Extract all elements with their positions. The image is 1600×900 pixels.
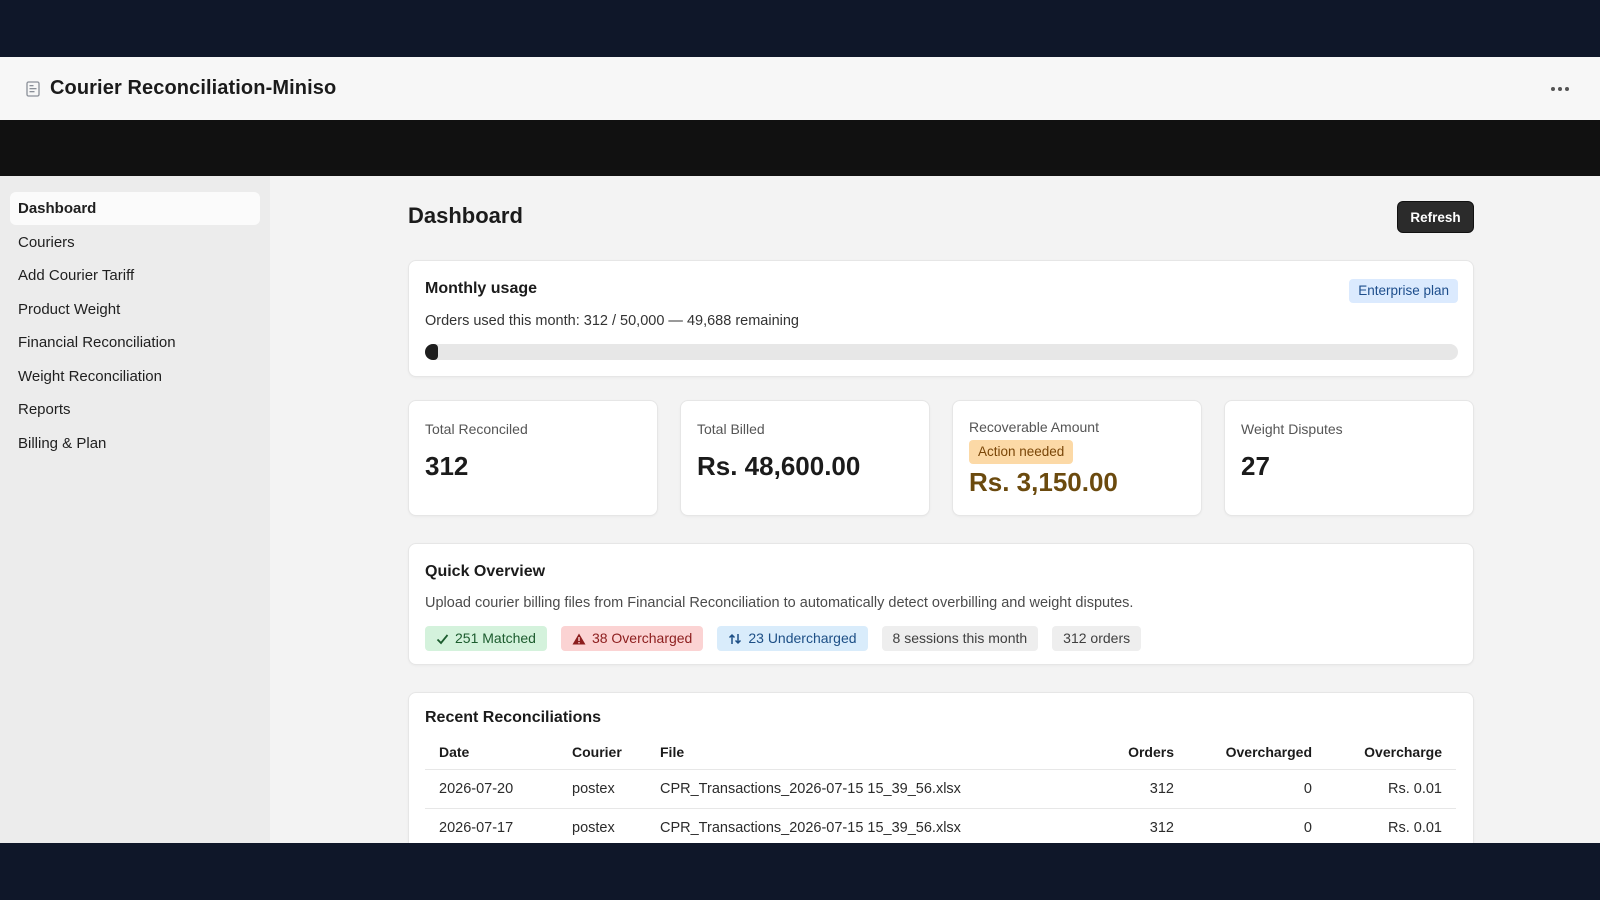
overview-description: Upload courier billing files from Financ… — [425, 595, 1134, 611]
stat-value: 312 — [425, 451, 469, 481]
column-header-overcharge[interactable]: Overcharge — [1326, 735, 1456, 770]
quick-overview-card: Quick Overview Upload courier billing fi… — [408, 543, 1474, 665]
overcharged-chip: 38 Overcharged — [560, 626, 704, 651]
page-title: Dashboard — [408, 203, 523, 228]
column-header-date[interactable]: Date — [425, 735, 558, 770]
cell-overcharge: Rs. 0.01 — [1326, 769, 1456, 809]
recent-reconciliations-table: Date Courier File Orders Overcharged Ove… — [425, 735, 1456, 843]
stat-value: 27 — [1241, 451, 1270, 481]
refresh-button[interactable]: Refresh — [1397, 201, 1474, 233]
usage-progress-fill — [425, 344, 438, 360]
sidebar-item-couriers[interactable]: Couriers — [10, 226, 260, 259]
table-header-row: Date Courier File Orders Overcharged Ove… — [425, 735, 1456, 770]
sidebar-item-add-courier-tariff[interactable]: Add Courier Tariff — [10, 259, 260, 292]
stat-card-total-billed: Total Billed Rs. 48,600.00 — [680, 400, 930, 516]
sidebar-item-product-weight[interactable]: Product Weight — [10, 293, 260, 326]
sidebar-item-dashboard[interactable]: Dashboard — [10, 192, 260, 225]
table-row[interactable]: 2026-07-17 postex CPR_Transactions_2026-… — [425, 808, 1456, 843]
cell-date: 2026-07-20 — [425, 769, 558, 809]
arrows-icon — [729, 633, 742, 644]
cell-orders: 312 — [1060, 769, 1188, 809]
matched-label: 251 Matched — [455, 630, 536, 646]
recent-heading: Recent Reconciliations — [425, 709, 602, 726]
sessions-chip: 8 sessions this month — [881, 626, 1039, 651]
column-header-overcharged[interactable]: Overcharged — [1188, 735, 1326, 770]
overcharged-label: 38 Overcharged — [591, 630, 693, 646]
stat-label: Recoverable Amount — [969, 419, 1099, 435]
stat-value: Rs. 3,150.00 — [969, 467, 1118, 497]
stat-label: Weight Disputes — [1241, 421, 1343, 437]
overview-chips: 251 Matched 38 Overcharged 23 Undercharg… — [425, 626, 1142, 651]
cell-courier: postex — [558, 808, 646, 843]
cell-overcharged: 0 — [1188, 808, 1326, 843]
cell-orders: 312 — [1060, 808, 1188, 843]
cell-date: 2026-07-17 — [425, 808, 558, 843]
main-content: Dashboard Refresh Monthly usage Enterpri… — [270, 176, 1600, 843]
sidebar: Dashboard Couriers Add Courier Tariff Pr… — [0, 176, 270, 843]
matched-chip: 251 Matched — [425, 626, 547, 651]
cell-file: CPR_Transactions_2026-07-15 15_39_56.xls… — [646, 808, 1060, 843]
stat-card-recoverable-amount: Recoverable Amount Action needed Rs. 3,1… — [952, 400, 1202, 516]
check-icon — [436, 633, 449, 644]
stat-label: Total Billed — [697, 421, 765, 437]
action-needed-badge: Action needed — [969, 440, 1074, 464]
sidebar-item-weight-reconciliation[interactable]: Weight Reconciliation — [10, 360, 260, 393]
undercharged-chip: 23 Undercharged — [717, 626, 868, 651]
column-header-orders[interactable]: Orders — [1060, 735, 1188, 770]
cell-file: CPR_Transactions_2026-07-15 15_39_56.xls… — [646, 769, 1060, 809]
recent-reconciliations-card: Recent Reconciliations Date Courier File… — [408, 692, 1474, 843]
app-window: Courier Reconciliation-Miniso Dashboard … — [0, 57, 1600, 843]
usage-summary: Orders used this month: 312 / 50,000 — 4… — [425, 313, 799, 329]
title-bar: Courier Reconciliation-Miniso — [0, 57, 1600, 120]
cell-overcharge: Rs. 0.01 — [1326, 808, 1456, 843]
usage-heading: Monthly usage — [425, 280, 538, 297]
header-band — [0, 120, 1600, 176]
column-header-courier[interactable]: Courier — [558, 735, 646, 770]
column-header-file[interactable]: File — [646, 735, 1060, 770]
monthly-usage-card: Monthly usage Enterprise plan Orders use… — [408, 260, 1474, 377]
stat-label: Total Reconciled — [425, 421, 528, 437]
more-options-icon[interactable] — [1546, 75, 1574, 103]
document-icon — [24, 80, 42, 98]
sidebar-item-billing-plan[interactable]: Billing & Plan — [10, 427, 260, 460]
cell-overcharged: 0 — [1188, 769, 1326, 809]
stat-value: Rs. 48,600.00 — [697, 451, 861, 481]
table-row[interactable]: 2026-07-20 postex CPR_Transactions_2026-… — [425, 769, 1456, 809]
app-title: Courier Reconciliation-Miniso — [50, 77, 337, 99]
plan-badge: Enterprise plan — [1349, 279, 1458, 303]
sidebar-item-reports[interactable]: Reports — [10, 393, 260, 426]
stat-card-total-reconciled: Total Reconciled 312 — [408, 400, 658, 516]
usage-progress-bar — [425, 344, 1458, 360]
warning-icon — [572, 633, 586, 644]
undercharged-label: 23 Undercharged — [748, 630, 857, 646]
sidebar-item-financial-reconciliation[interactable]: Financial Reconciliation — [10, 326, 260, 359]
orders-chip: 312 orders — [1052, 626, 1142, 651]
stat-card-weight-disputes: Weight Disputes 27 — [1224, 400, 1474, 516]
cell-courier: postex — [558, 769, 646, 809]
overview-heading: Quick Overview — [425, 563, 546, 580]
